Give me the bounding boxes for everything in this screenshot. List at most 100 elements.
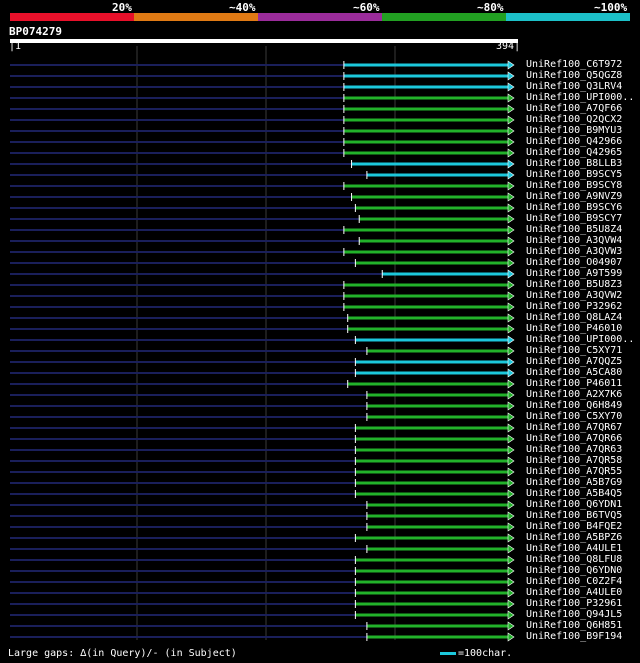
hit-label[interactable]: UniRef100_Q8LFU8	[526, 555, 622, 565]
hit-row[interactable]	[10, 225, 515, 235]
hit-row[interactable]	[10, 247, 515, 257]
hit-row[interactable]	[10, 610, 515, 620]
hit-label[interactable]: UniRef100_B9MYU3	[526, 126, 622, 136]
hit-label[interactable]: UniRef100_Q42965	[526, 148, 622, 158]
hit-row[interactable]	[10, 434, 515, 444]
hit-row[interactable]	[10, 401, 515, 411]
hit-label[interactable]: UniRef100_UPI000..	[526, 93, 634, 103]
hit-row[interactable]	[10, 423, 515, 433]
hit-label[interactable]: UniRef100_A7QR63	[526, 445, 622, 455]
hit-row[interactable]	[10, 500, 515, 510]
hit-row[interactable]	[10, 324, 515, 334]
hit-row[interactable]	[10, 533, 515, 543]
hit-row[interactable]	[10, 93, 515, 103]
hit-row[interactable]	[10, 511, 515, 521]
hit-label[interactable]: UniRef100_C5XY70	[526, 412, 622, 422]
hit-label[interactable]: UniRef100_P32961	[526, 599, 622, 609]
hit-row[interactable]	[10, 357, 515, 367]
hit-row[interactable]	[10, 280, 515, 290]
hit-label[interactable]: UniRef100_A9NVZ9	[526, 192, 622, 202]
hit-label[interactable]: UniRef100_A7QF66	[526, 104, 622, 114]
hit-row[interactable]	[10, 599, 515, 609]
hit-label[interactable]: UniRef100_Q6H849	[526, 401, 622, 411]
hit-label[interactable]: UniRef100_A4ULE0	[526, 588, 622, 598]
hit-row[interactable]	[10, 555, 515, 565]
hit-row[interactable]	[10, 115, 515, 125]
hit-row[interactable]	[10, 522, 515, 532]
hit-label[interactable]: UniRef100_B9SCY7	[526, 214, 622, 224]
hit-row[interactable]	[10, 104, 515, 114]
hit-label[interactable]: UniRef100_C0Z2F4	[526, 577, 622, 587]
hit-label[interactable]: UniRef100_A3QVW3	[526, 247, 622, 257]
hit-label[interactable]: UniRef100_A7QR55	[526, 467, 622, 477]
hit-row[interactable]	[10, 148, 515, 158]
hit-label[interactable]: UniRef100_Q6YDN1	[526, 500, 622, 510]
hit-row[interactable]	[10, 137, 515, 147]
hit-row[interactable]	[10, 566, 515, 576]
hit-row[interactable]	[10, 214, 515, 224]
hit-row[interactable]	[10, 126, 515, 136]
hit-row[interactable]	[10, 60, 515, 70]
hit-label[interactable]: UniRef100_A9T599	[526, 269, 622, 279]
hit-label[interactable]: UniRef100_UPI000..	[526, 335, 634, 345]
hit-label[interactable]: UniRef100_A5B7G9	[526, 478, 622, 488]
hit-row[interactable]	[10, 632, 515, 642]
hit-label[interactable]: UniRef100_A2X7K6	[526, 390, 622, 400]
hit-row[interactable]	[10, 313, 515, 323]
hit-label[interactable]: UniRef100_P46011	[526, 379, 622, 389]
hit-row[interactable]	[10, 412, 515, 422]
hit-row[interactable]	[10, 390, 515, 400]
hit-label[interactable]: UniRef100_A7QQZ5	[526, 357, 622, 367]
hit-label[interactable]: UniRef100_A5BPZ6	[526, 533, 622, 543]
hit-label[interactable]: UniRef100_Q6H851	[526, 621, 622, 631]
hit-row[interactable]	[10, 621, 515, 631]
hit-row[interactable]	[10, 588, 515, 598]
hit-label[interactable]: UniRef100_B8LLB3	[526, 159, 622, 169]
hit-label[interactable]: UniRef100_B9SCY8	[526, 181, 622, 191]
hit-row[interactable]	[10, 258, 515, 268]
hit-row[interactable]	[10, 456, 515, 466]
hit-row[interactable]	[10, 236, 515, 246]
hit-label[interactable]: UniRef100_Q42966	[526, 137, 622, 147]
hit-label[interactable]: UniRef100_Q8LAZ4	[526, 313, 622, 323]
hit-row[interactable]	[10, 192, 515, 202]
hit-label[interactable]: UniRef100_A3QVW4	[526, 236, 622, 246]
hit-label[interactable]: UniRef100_C5XY71	[526, 346, 622, 356]
hit-label[interactable]: UniRef100_B6TVQ5	[526, 511, 622, 521]
hit-label[interactable]: UniRef100_P32962	[526, 302, 622, 312]
hit-row[interactable]	[10, 544, 515, 554]
hit-row[interactable]	[10, 346, 515, 356]
hit-label[interactable]: UniRef100_A7QR66	[526, 434, 622, 444]
hit-row[interactable]	[10, 71, 515, 81]
hit-label[interactable]: UniRef100_B9SCY5	[526, 170, 622, 180]
hit-row[interactable]	[10, 269, 515, 279]
hit-row[interactable]	[10, 379, 515, 389]
hit-row[interactable]	[10, 445, 515, 455]
hit-row[interactable]	[10, 203, 515, 213]
hit-label[interactable]: UniRef100_B5U8Z3	[526, 280, 622, 290]
hit-row[interactable]	[10, 368, 515, 378]
hit-row[interactable]	[10, 478, 515, 488]
hit-row[interactable]	[10, 335, 515, 345]
hit-row[interactable]	[10, 489, 515, 499]
hit-row[interactable]	[10, 302, 515, 312]
hit-label[interactable]: UniRef100_A7QR58	[526, 456, 622, 466]
hit-label[interactable]: UniRef100_A5CA80	[526, 368, 622, 378]
hit-label[interactable]: UniRef100_Q2QCX2	[526, 115, 622, 125]
hit-label[interactable]: UniRef100_Q5QGZ8	[526, 71, 622, 81]
hit-row[interactable]	[10, 181, 515, 191]
hit-label[interactable]: UniRef100_C6T972	[526, 60, 622, 70]
hit-row[interactable]	[10, 577, 515, 587]
hit-label[interactable]: UniRef100_B5U8Z4	[526, 225, 622, 235]
hit-label[interactable]: UniRef100_B9SCY6	[526, 203, 622, 213]
hit-row[interactable]	[10, 82, 515, 92]
hit-row[interactable]	[10, 467, 515, 477]
hit-row[interactable]	[10, 170, 515, 180]
hit-label[interactable]: UniRef100_Q94JL5	[526, 610, 622, 620]
hit-row[interactable]	[10, 159, 515, 169]
hit-label[interactable]: UniRef100_Q3LRV4	[526, 82, 622, 92]
hit-label[interactable]: UniRef100_A3QVW2	[526, 291, 622, 301]
hit-label[interactable]: UniRef100_O04907	[526, 258, 622, 268]
hit-label[interactable]: UniRef100_A7QR67	[526, 423, 622, 433]
hit-label[interactable]: UniRef100_B9F194	[526, 632, 622, 642]
